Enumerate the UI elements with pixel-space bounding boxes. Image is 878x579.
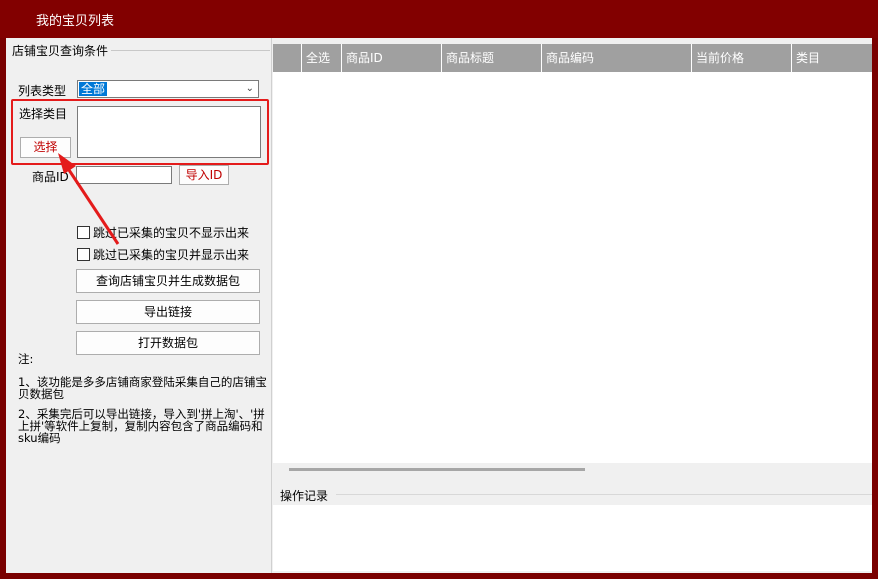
annotation-arrow-icon bbox=[58, 153, 120, 245]
